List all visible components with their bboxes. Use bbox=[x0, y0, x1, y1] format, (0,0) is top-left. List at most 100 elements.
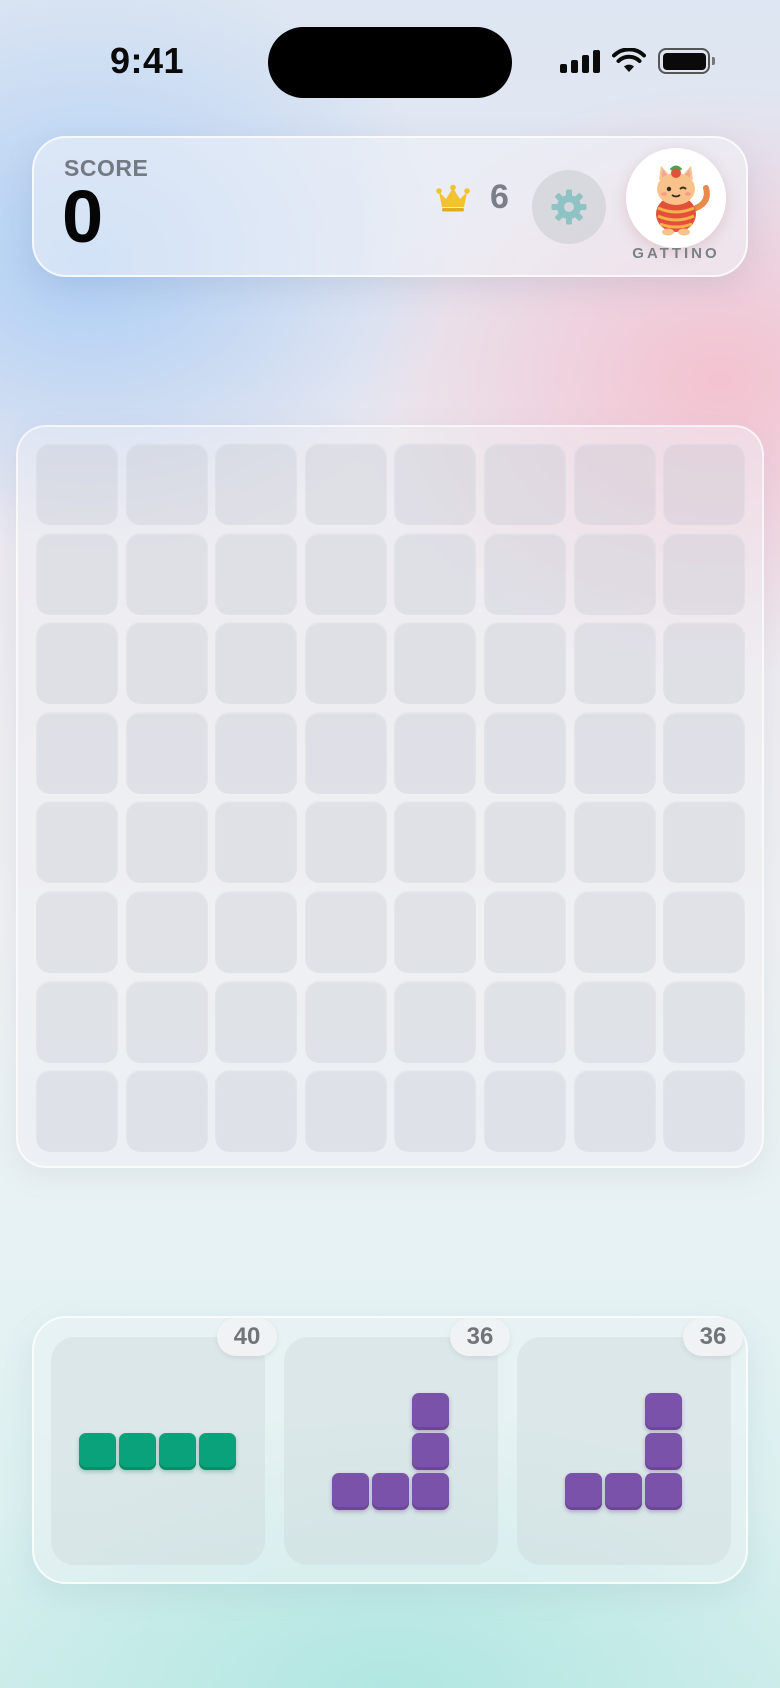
piece-block bbox=[199, 1433, 236, 1470]
piece-slot-2[interactable]: 36 bbox=[284, 1318, 510, 1565]
crown-icon bbox=[436, 184, 470, 211]
score-value: 0 bbox=[62, 175, 104, 258]
board-cell[interactable] bbox=[125, 1070, 208, 1153]
board-cell[interactable] bbox=[663, 532, 746, 615]
piece-block bbox=[412, 1433, 449, 1470]
board-cell[interactable] bbox=[36, 532, 118, 615]
board-cell[interactable] bbox=[573, 443, 656, 525]
piece-block bbox=[119, 1433, 156, 1470]
board-cell[interactable] bbox=[304, 711, 387, 794]
board-cell[interactable] bbox=[215, 711, 298, 794]
piece-tray: 40 36 36 bbox=[32, 1316, 748, 1584]
board-cell[interactable] bbox=[663, 443, 746, 525]
board-cell[interactable] bbox=[394, 622, 477, 705]
board-cell[interactable] bbox=[215, 890, 298, 973]
piece-slot-3[interactable]: 36 bbox=[517, 1318, 743, 1565]
best-score-value: 6 bbox=[490, 178, 509, 216]
board-cell[interactable] bbox=[125, 443, 208, 525]
board-cell[interactable] bbox=[304, 443, 387, 525]
avatar[interactable] bbox=[626, 148, 726, 248]
board-cell[interactable] bbox=[304, 1070, 387, 1153]
piece-block bbox=[372, 1473, 409, 1510]
board-cell[interactable] bbox=[573, 532, 656, 615]
piece-block bbox=[159, 1433, 196, 1470]
board-cell[interactable] bbox=[304, 801, 387, 884]
battery-icon bbox=[658, 48, 715, 74]
game-board[interactable] bbox=[16, 425, 764, 1168]
piece-block bbox=[412, 1393, 449, 1430]
board-cell[interactable] bbox=[573, 622, 656, 705]
board-cell[interactable] bbox=[573, 801, 656, 884]
board-cell[interactable] bbox=[394, 443, 477, 525]
status-time: 9:41 bbox=[110, 40, 185, 81]
board-cell[interactable] bbox=[215, 532, 298, 615]
board-cell[interactable] bbox=[36, 443, 118, 525]
cellular-signal-icon bbox=[560, 49, 600, 73]
board-cell[interactable] bbox=[125, 622, 208, 705]
piece-value-badge: 36 bbox=[450, 1318, 510, 1356]
board-cell[interactable] bbox=[394, 980, 477, 1063]
board-cell[interactable] bbox=[304, 980, 387, 1063]
board-cell[interactable] bbox=[663, 622, 746, 705]
board-cell[interactable] bbox=[483, 622, 566, 705]
board-cell[interactable] bbox=[483, 532, 566, 615]
board-cell[interactable] bbox=[304, 890, 387, 973]
board-cell[interactable] bbox=[394, 801, 477, 884]
board-cell[interactable] bbox=[304, 622, 387, 705]
board-cell[interactable] bbox=[663, 980, 746, 1063]
board-cell[interactable] bbox=[215, 801, 298, 884]
board-cell[interactable] bbox=[125, 890, 208, 973]
best-score: 6 bbox=[436, 178, 509, 217]
score-card: SCORE 0 6 GATTINO bbox=[32, 136, 748, 277]
board-cell[interactable] bbox=[483, 980, 566, 1063]
piece-block bbox=[645, 1393, 682, 1430]
board-cell[interactable] bbox=[36, 622, 118, 705]
board-cell[interactable] bbox=[663, 801, 746, 884]
wifi-icon bbox=[612, 48, 646, 72]
board-cell[interactable] bbox=[125, 980, 208, 1063]
board-cell[interactable] bbox=[215, 622, 298, 705]
board-cell[interactable] bbox=[215, 443, 298, 525]
board-cell[interactable] bbox=[573, 711, 656, 794]
board-cell[interactable] bbox=[394, 532, 477, 615]
board-cell[interactable] bbox=[36, 890, 118, 973]
board-cell[interactable] bbox=[663, 711, 746, 794]
dynamic-island bbox=[268, 27, 512, 98]
board-cell[interactable] bbox=[394, 1070, 477, 1153]
board-cell[interactable] bbox=[483, 890, 566, 973]
board-cell[interactable] bbox=[215, 980, 298, 1063]
board-cell[interactable] bbox=[36, 711, 118, 794]
board-cell[interactable] bbox=[483, 443, 566, 525]
board-cell[interactable] bbox=[483, 1070, 566, 1153]
piece-slot-1[interactable]: 40 bbox=[51, 1318, 277, 1565]
piece-block bbox=[565, 1473, 602, 1510]
board-cell[interactable] bbox=[125, 801, 208, 884]
board-cell[interactable] bbox=[663, 1070, 746, 1153]
board-cell[interactable] bbox=[215, 1070, 298, 1153]
board-cell[interactable] bbox=[573, 890, 656, 973]
board-cell[interactable] bbox=[573, 980, 656, 1063]
piece-value-badge: 40 bbox=[217, 1318, 277, 1356]
board-cell[interactable] bbox=[125, 532, 208, 615]
gear-icon bbox=[551, 189, 587, 225]
board-cell[interactable] bbox=[483, 711, 566, 794]
board-cell[interactable] bbox=[483, 801, 566, 884]
board-cell[interactable] bbox=[394, 711, 477, 794]
piece-block bbox=[412, 1473, 449, 1510]
status-icons bbox=[560, 48, 715, 74]
board-cell[interactable] bbox=[573, 1070, 656, 1153]
settings-button[interactable] bbox=[532, 170, 606, 244]
piece-block bbox=[645, 1433, 682, 1470]
piece-block bbox=[332, 1473, 369, 1510]
piece-block bbox=[605, 1473, 642, 1510]
board-cell[interactable] bbox=[394, 890, 477, 973]
cat-mascot-icon bbox=[656, 165, 710, 236]
board-cell[interactable] bbox=[36, 801, 118, 884]
piece-value-badge: 36 bbox=[683, 1318, 743, 1356]
board-cell[interactable] bbox=[125, 711, 208, 794]
board-cell[interactable] bbox=[36, 1070, 118, 1153]
avatar-name: GATTINO bbox=[632, 245, 720, 262]
board-cell[interactable] bbox=[36, 980, 118, 1063]
board-cell[interactable] bbox=[663, 890, 746, 973]
board-cell[interactable] bbox=[304, 532, 387, 615]
